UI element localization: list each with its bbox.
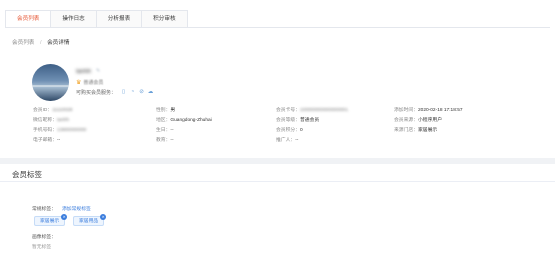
- wechat-icon: ◔: [130, 89, 135, 95]
- top-tabs: 会员列表 操作日志 分析报表 积分审核: [5, 10, 188, 28]
- info-member-id: 会员ID：11110028: [33, 108, 73, 113]
- info-email: 电子邮箱：--: [33, 138, 61, 143]
- info-row: 手机号码：13800000000 生日：-- 会员积分：0 来源门店：家居展示: [33, 126, 533, 136]
- info-points: 会员积分：0: [276, 128, 303, 133]
- section-title-underline: [0, 181, 555, 182]
- add-regular-tag-link[interactable]: 添加常规标签: [62, 205, 91, 212]
- remove-tag-icon[interactable]: ✕: [100, 214, 107, 220]
- cloud-icon: ☁: [147, 89, 154, 95]
- info-row: 电子邮箱：-- 教育：-- 推广人：--: [33, 136, 533, 146]
- breadcrumb: 会员列表 / 会员详情: [12, 38, 69, 46]
- bind-row: 可购买会员服务： ▯ ◔ ⊘ ☁: [76, 89, 154, 96]
- tab-member-list[interactable]: 会员列表: [5, 10, 51, 28]
- info-referrer: 推广人：--: [276, 138, 299, 143]
- info-member-source: 会员来源：小程序用户: [394, 118, 442, 123]
- info-row: 微信昵称：tanhh 地区：Guangdong-Zhuhai 会员等级：普通会员…: [33, 116, 533, 126]
- info-phone: 手机号码：13800000000: [33, 128, 87, 133]
- alipay-icon: ⊘: [139, 89, 144, 95]
- phone-icon: ▯: [122, 89, 126, 95]
- member-nickname: tanhh: [76, 69, 92, 75]
- bind-label: 可购买会员服务：: [76, 90, 117, 96]
- info-member-level: 会员等级：普通会员: [276, 118, 320, 123]
- info-card-number: 会员卡号：100000000000000001: [276, 108, 349, 113]
- section-title: 会员标签: [12, 170, 42, 179]
- remove-tag-icon[interactable]: ✕: [61, 214, 68, 220]
- breadcrumb-separator: /: [39, 40, 42, 46]
- tag-chip[interactable]: 家居用品 ✕: [73, 214, 107, 226]
- section-divider: [0, 158, 555, 164]
- breadcrumb-current: 会员详情: [47, 40, 70, 46]
- info-region: 地区：Guangdong-Zhuhai: [156, 118, 212, 123]
- info-gender: 性别：男: [156, 108, 176, 113]
- info-row: 会员ID：11110028 性别：男 会员卡号：1000000000000000…: [33, 106, 533, 116]
- member-info-grid: 会员ID：11110028 性别：男 会员卡号：1000000000000000…: [33, 106, 533, 146]
- tag-chip-label: 家居用品: [79, 219, 99, 224]
- info-birthday: 生日：--: [156, 128, 174, 133]
- tab-points-review[interactable]: 积分审核: [141, 10, 188, 28]
- info-source-store: 来源门店：家居展示: [394, 128, 438, 133]
- member-level-row: ♛ 普通会员: [76, 79, 103, 86]
- tag-chip-label: 家居展示: [40, 219, 60, 224]
- tab-analysis-report[interactable]: 分析报表: [95, 10, 142, 28]
- info-education: 教育：--: [156, 138, 174, 143]
- member-detail-page: 会员列表 操作日志 分析报表 积分审核 会员列表 / 会员详情 tanhh ✎ …: [0, 0, 555, 268]
- portrait-tags-label: 画像标签：: [32, 235, 56, 240]
- edit-icon[interactable]: ✎: [96, 68, 100, 74]
- tag-chip[interactable]: 家居展示 ✕: [34, 214, 68, 226]
- breadcrumb-root[interactable]: 会员列表: [12, 40, 34, 46]
- crown-icon: ♛: [76, 80, 82, 86]
- portrait-tags-empty: 暂无标签: [32, 245, 52, 250]
- regular-tags-label: 常规标签：: [32, 207, 56, 212]
- avatar: [32, 64, 69, 101]
- info-wechat-nickname: 微信昵称：tanhh: [33, 118, 70, 123]
- member-level: 普通会员: [83, 80, 104, 86]
- tab-divider: [5, 27, 550, 28]
- tab-operation-log[interactable]: 操作日志: [50, 10, 96, 28]
- info-added-time: 添加时间：2020-02-18 17:18:57: [394, 108, 463, 113]
